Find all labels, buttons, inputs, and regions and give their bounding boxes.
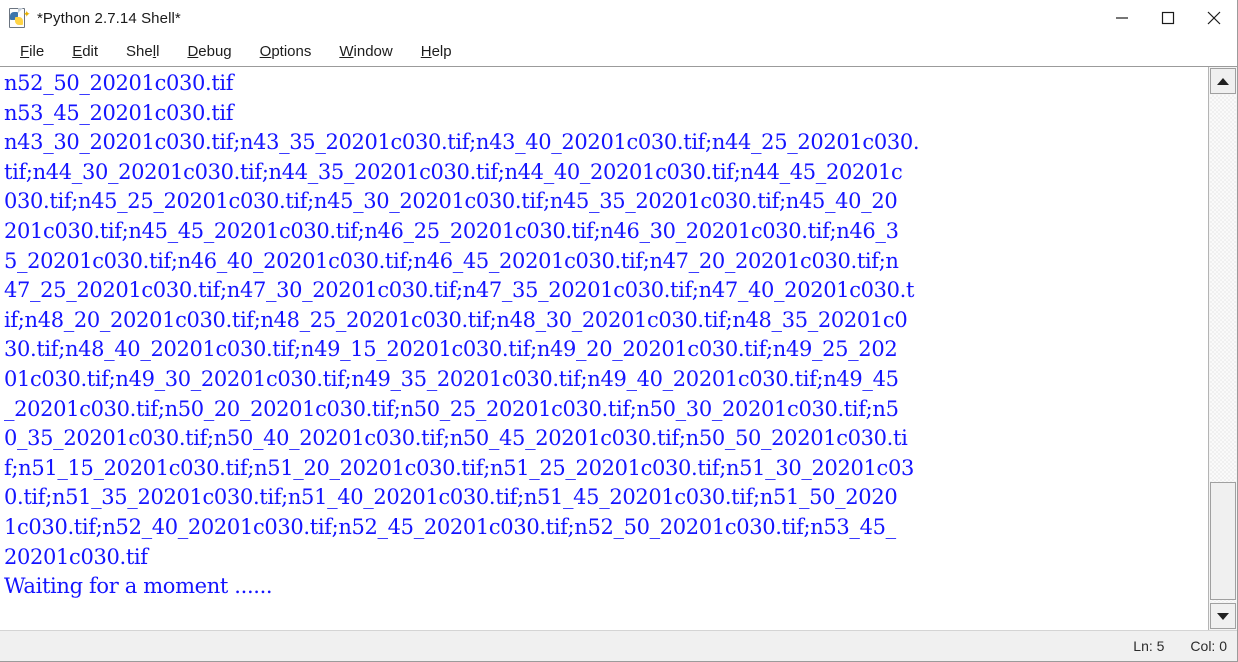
menu-item-shell[interactable]: Shell <box>116 40 169 63</box>
menu-label-part: ebug <box>198 43 232 60</box>
menu-label-part: indow <box>353 43 393 60</box>
minimize-button[interactable] <box>1099 0 1145 36</box>
maximize-icon <box>1161 11 1175 25</box>
vertical-scrollbar[interactable] <box>1209 67 1237 630</box>
content-area: n52_50_20201c030.tif n53_45_20201c030.ti… <box>0 66 1237 631</box>
minimize-icon <box>1116 17 1128 19</box>
window-title: *Python 2.7.14 Shell* <box>37 9 181 27</box>
status-line-indicator: Ln: 5 <box>1133 638 1165 654</box>
idle-shell-window: ✦ *Python 2.7.14 Shell* File Edit Shell … <box>0 0 1238 662</box>
menu-bar: File Edit Shell Debug Options Window Hel… <box>0 37 1237 66</box>
scrollbar-thumb[interactable] <box>1210 482 1236 600</box>
shell-output-text: n52_50_20201c030.tif n53_45_20201c030.ti… <box>4 71 920 599</box>
close-icon <box>1207 11 1221 25</box>
close-button[interactable] <box>1191 0 1237 36</box>
menu-label-part: ptions <box>271 43 312 60</box>
menu-mnemonic: W <box>339 43 354 60</box>
shell-text-area[interactable]: n52_50_20201c030.tif n53_45_20201c030.ti… <box>0 67 1209 630</box>
scroll-up-button[interactable] <box>1210 68 1236 94</box>
menu-item-window[interactable]: Window <box>329 40 402 63</box>
python-idle-icon: ✦ <box>7 7 31 29</box>
menu-item-file[interactable]: File <box>10 40 54 63</box>
menu-mnemonic: F <box>20 43 30 60</box>
menu-item-edit[interactable]: Edit <box>62 40 108 63</box>
window-controls <box>1099 0 1237 36</box>
menu-mnemonic: O <box>259 43 272 60</box>
menu-label-part: elp <box>431 43 452 60</box>
menu-mnemonic: H <box>420 43 432 60</box>
menu-mnemonic: E <box>72 43 83 60</box>
menu-label-part: l <box>156 43 160 60</box>
menu-item-help[interactable]: Help <box>411 40 462 63</box>
status-column-indicator: Col: 0 <box>1190 638 1227 654</box>
status-bar: Ln: 5 Col: 0 <box>0 631 1237 661</box>
menu-label-part: She <box>126 43 153 60</box>
scrollbar-track[interactable] <box>1210 95 1236 602</box>
menu-item-options[interactable]: Options <box>250 40 322 63</box>
title-bar: ✦ *Python 2.7.14 Shell* <box>0 0 1237 37</box>
menu-item-debug[interactable]: Debug <box>177 40 241 63</box>
scroll-up-arrow-icon <box>1217 77 1229 85</box>
scroll-down-button[interactable] <box>1210 603 1236 629</box>
scroll-down-arrow-icon <box>1217 612 1229 620</box>
menu-label-part: dit <box>82 43 99 60</box>
menu-label-part: ile <box>29 43 45 60</box>
menu-mnemonic: D <box>187 43 199 60</box>
maximize-button[interactable] <box>1145 0 1191 36</box>
